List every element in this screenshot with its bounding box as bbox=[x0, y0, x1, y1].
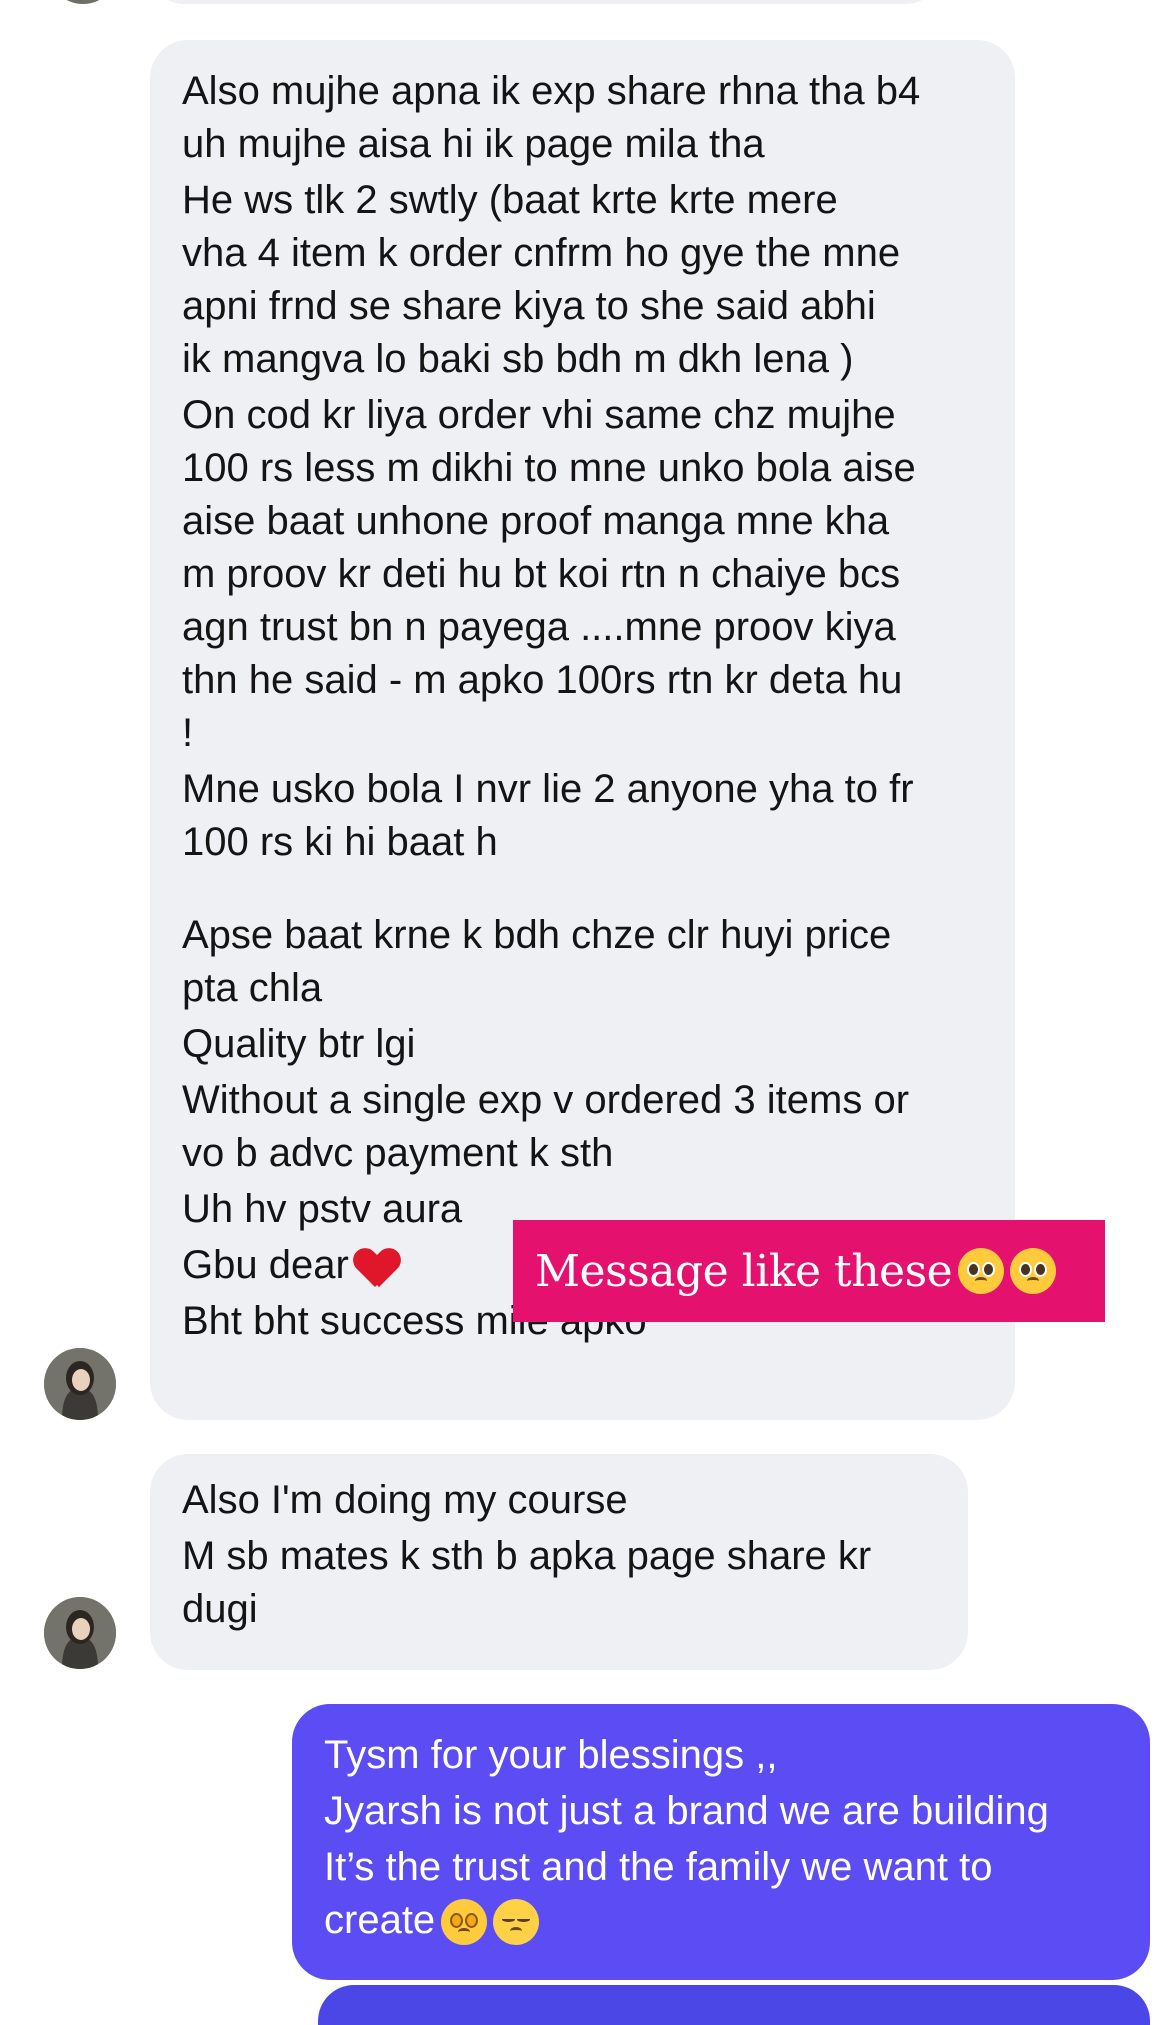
incoming-message-short[interactable]: Also I'm doing my course M sb mates k st… bbox=[150, 1454, 968, 1670]
pleading-face-icon bbox=[1010, 1248, 1057, 1294]
message-line: uh mujhe aisa hi ik page mila tha bbox=[182, 122, 765, 166]
message-line: Also mujhe apna ik exp share rhna tha b4 bbox=[182, 69, 921, 113]
sender-avatar[interactable] bbox=[44, 1597, 116, 1669]
incoming-message-long[interactable]: Also mujhe apna ik exp share rhna tha b4… bbox=[150, 40, 1015, 1420]
message-line: ik mangva lo baki sb bdh m dkh lena ) bbox=[182, 337, 854, 381]
message-line: m proov kr deti hu bt koi rtn n chaiye b… bbox=[182, 552, 901, 596]
avatar-illustration bbox=[44, 1348, 116, 1420]
message-line: M sb mates k sth b apka page share kr bbox=[182, 1534, 872, 1578]
message-line-with-emoji: create bbox=[324, 1894, 1150, 1947]
message-line: apni frnd se share kiya to she said abhi bbox=[182, 284, 876, 328]
message-line: vha 4 item k order cnfrm ho gye the mne bbox=[182, 231, 901, 275]
star-struck-face-icon bbox=[441, 1899, 488, 1946]
message-line: Tysm for your blessings ,, bbox=[324, 1733, 778, 1777]
message-line: He ws tlk 2 swtly (baat krte krte mere bbox=[182, 178, 838, 222]
message-text: create bbox=[324, 1898, 436, 1942]
message-text: Gbu dear bbox=[182, 1243, 349, 1287]
next-message-bubble bbox=[318, 1985, 1150, 2025]
outgoing-message[interactable]: Tysm for your blessings ,, Jyarsh is not… bbox=[292, 1704, 1150, 1980]
previous-avatar bbox=[48, 0, 118, 4]
caption-overlay: Message like these bbox=[513, 1220, 1105, 1322]
red-heart-icon bbox=[355, 1247, 399, 1287]
previous-message-bubble bbox=[150, 0, 940, 4]
message-line: agn trust bn n payega ....mne proov kiya bbox=[182, 605, 896, 649]
pleading-face-icon bbox=[958, 1248, 1005, 1294]
message-line: Mne usko bola I nvr lie 2 anyone yha to … bbox=[182, 767, 914, 811]
message-line: Also I'm doing my course bbox=[182, 1478, 628, 1522]
message-line: Quality btr lgi bbox=[182, 1022, 416, 1066]
message-line: It’s the trust and the family we want to bbox=[324, 1845, 993, 1889]
message-line: dugi bbox=[182, 1587, 258, 1631]
smiling-blush-face-icon bbox=[493, 1899, 540, 1946]
message-line: Apse baat krne k bdh chze clr huyi price bbox=[182, 913, 892, 957]
sender-avatar[interactable] bbox=[44, 1348, 116, 1420]
avatar-illustration bbox=[44, 1597, 116, 1669]
message-line: 100 rs ki hi baat h bbox=[182, 820, 498, 864]
message-line: ! bbox=[182, 711, 194, 755]
message-line: thn he said - m apko 100rs rtn kr deta h… bbox=[182, 658, 903, 702]
message-line: On cod kr liya order vhi same chz mujhe bbox=[182, 393, 896, 437]
message-line: 100 rs less m dikhi to mne unko bola ais… bbox=[182, 446, 916, 490]
message-line: aise baat unhone proof manga mne kha bbox=[182, 499, 890, 543]
message-line: Jyarsh is not just a brand we are buildi… bbox=[324, 1789, 1049, 1833]
message-line: pta chla bbox=[182, 966, 323, 1010]
message-line: vo b advc payment k sth bbox=[182, 1131, 614, 1175]
caption-text: Message like these bbox=[535, 1245, 953, 1297]
message-line: Without a single exp v ordered 3 items o… bbox=[182, 1078, 910, 1122]
